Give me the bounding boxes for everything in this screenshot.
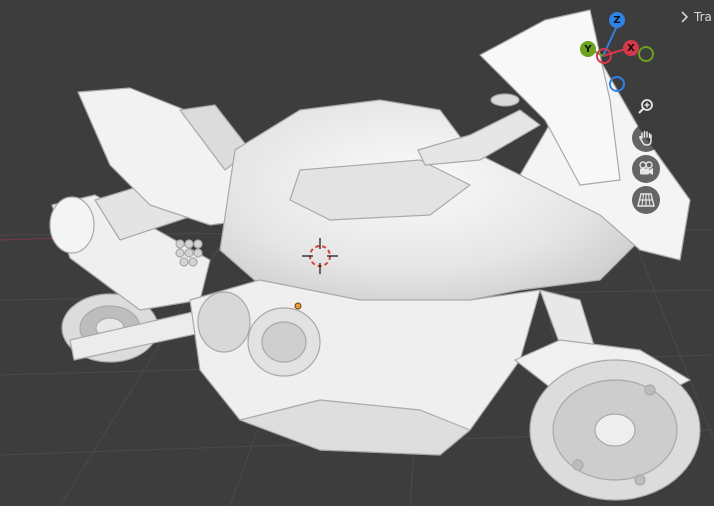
gizmo-neg-z-axis[interactable]: [609, 76, 625, 92]
gizmo-y-axis[interactable]: Y: [580, 41, 596, 57]
grid-icon: [637, 193, 655, 207]
gizmo-z-axis[interactable]: Z: [609, 12, 625, 28]
3d-viewport[interactable]: Tra Z Y X: [0, 0, 714, 506]
navigation-gizmo[interactable]: Z Y X: [572, 8, 662, 98]
gizmo-y-label: Y: [584, 43, 592, 55]
hand-icon: [639, 130, 652, 146]
object-origin: [294, 302, 302, 310]
perspective-toggle-button[interactable]: [632, 186, 660, 214]
zoom-button[interactable]: [632, 93, 660, 121]
sidebar-tab-transform[interactable]: Tra: [680, 6, 714, 28]
gizmo-neg-y-axis[interactable]: [638, 46, 654, 62]
camera-view-button[interactable]: [632, 155, 660, 183]
gizmo-z-label: Z: [613, 14, 621, 26]
chevron-right-icon: [681, 11, 689, 23]
front-wheel: [529, 359, 701, 501]
gizmo-neg-x-axis[interactable]: [596, 48, 612, 64]
gizmo-x-label: X: [627, 42, 635, 54]
zoom-icon: [638, 99, 653, 114]
pan-button[interactable]: [632, 124, 660, 152]
camera-icon: [639, 161, 653, 175]
gizmo-x-axis[interactable]: X: [623, 40, 639, 56]
sidebar-tab-label: Tra: [694, 10, 712, 24]
